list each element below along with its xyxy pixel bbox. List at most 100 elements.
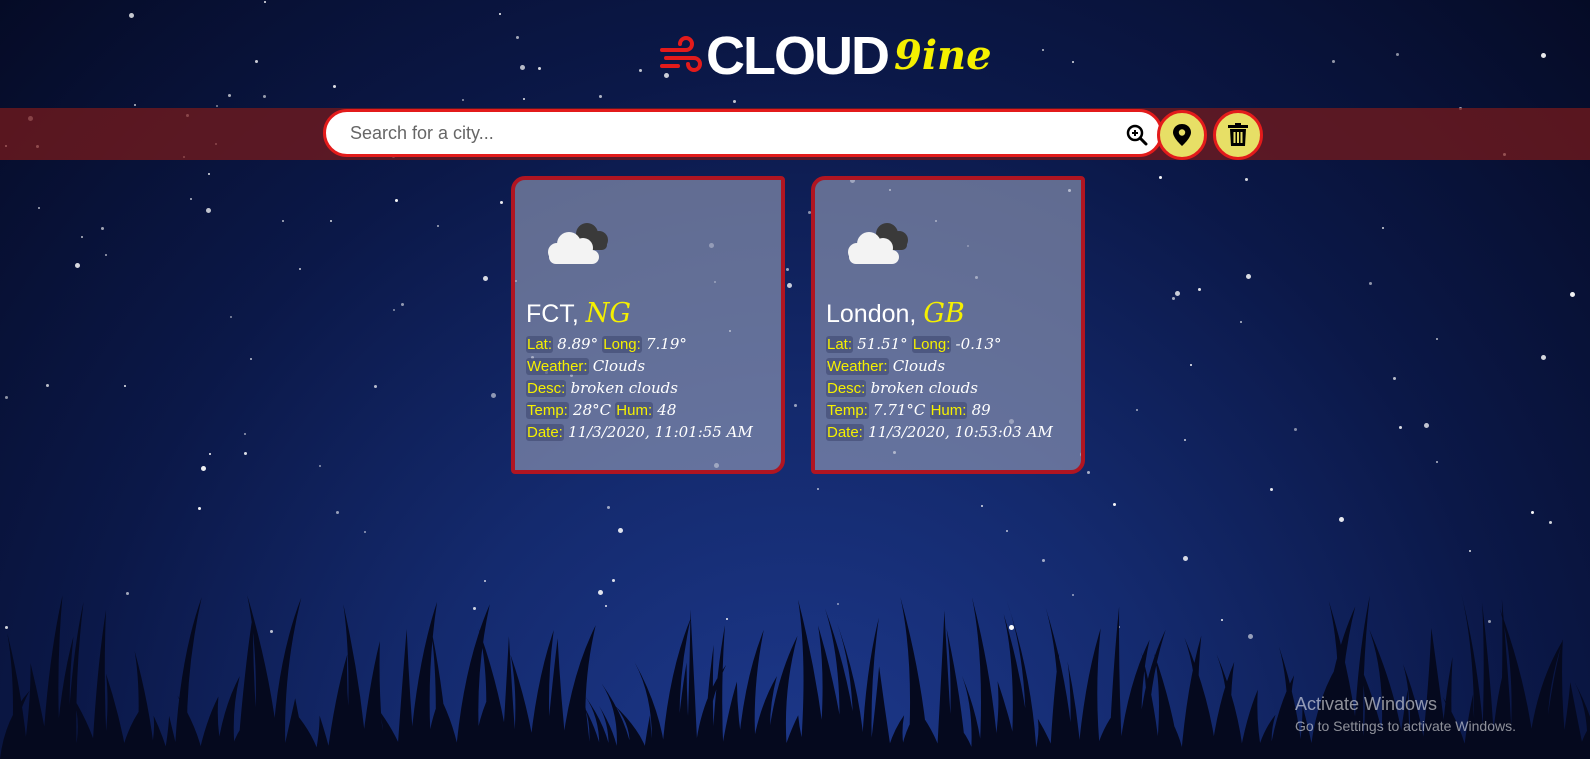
app-logo: CLOUD 9ine [660,26,992,86]
star [250,358,252,360]
weather-label: Weather: [826,358,889,375]
star [483,276,488,281]
star [230,316,232,318]
clear-cards-button[interactable] [1213,110,1263,160]
star [1436,338,1438,340]
star [1382,227,1384,229]
star [1531,511,1534,514]
star [263,95,266,98]
star [1245,178,1248,181]
date-label: Date: [826,424,864,441]
star [491,393,496,398]
broken-clouds-icon [548,223,608,264]
date-value: 11/3/2020, 11:01:55 AM [568,423,753,441]
locate-button[interactable] [1157,110,1207,160]
long-value: -0.13° [955,335,1002,353]
star [255,60,258,63]
star [319,465,321,467]
watermark-title: Activate Windows [1295,694,1438,714]
weather-card: FCT, NG Lat: 8.89° Long: 7.19° Weather: … [511,176,785,474]
star [244,433,246,435]
star [1396,53,1399,56]
broken-clouds-icon [848,223,908,264]
search-bar [323,109,1163,157]
star [484,580,486,582]
star [1332,60,1335,63]
star [786,268,789,271]
star [401,303,404,306]
star [1072,61,1074,63]
lat-label: Lat: [826,336,854,353]
star [1339,517,1344,522]
city-name: FCT, NG [526,298,631,329]
star [395,199,398,202]
star [208,173,210,175]
date-row: Date: 11/3/2020, 11:01:55 AM [526,421,753,443]
desc-label: Desc: [526,380,567,397]
star [1190,364,1192,366]
search-zoom-icon[interactable] [1126,124,1148,146]
star [1240,321,1242,323]
weather-value: Clouds [592,357,646,375]
desc-row: Desc: broken clouds [826,377,1053,399]
star [1175,291,1180,296]
star [282,220,284,222]
star [1541,53,1546,58]
star [209,453,211,455]
city-label: FCT, [526,300,579,328]
star [1113,503,1116,506]
star [134,104,136,106]
date-value: 11/3/2020, 10:53:03 AM [868,423,1053,441]
star [794,404,797,407]
weather-details: Lat: 51.51° Long: -0.13° Weather: Clouds… [826,333,1053,443]
temp-row: Temp: 7.71°C Hum: 89 [826,399,1053,421]
star [129,13,134,18]
star [1172,297,1175,300]
star [516,36,519,39]
star [216,105,218,107]
star [81,236,83,238]
temp-label: Temp: [826,402,869,419]
star [364,531,366,533]
star [1424,423,1429,428]
star [787,283,792,288]
star [817,488,819,490]
star [1570,292,1575,297]
hum-label: Hum: [615,402,654,419]
long-label: Long: [602,336,642,353]
hum-value: 89 [971,401,991,419]
star [1393,377,1396,380]
country-code: GB [923,298,965,329]
star [333,85,336,88]
logo-word-cloud: CLOUD [706,26,890,86]
star [1469,550,1471,552]
star [462,99,464,101]
star [981,505,983,507]
grass-blades [0,594,1590,759]
star [1042,49,1044,51]
date-label: Date: [526,424,564,441]
weather-row: Weather: Clouds [826,355,1053,377]
city-label: London, [826,300,917,328]
lat-value: 8.89° [557,335,599,353]
star [5,396,8,399]
logo-word-nine: 9ine [893,32,992,79]
weather-row: Weather: Clouds [526,355,753,377]
coords-row: Lat: 8.89° Long: 7.19° [526,333,753,355]
star [105,254,107,256]
star [1183,556,1188,561]
weather-details: Lat: 8.89° Long: 7.19° Weather: Clouds D… [526,333,753,443]
star [299,268,301,270]
city-name: London, GB [826,298,965,329]
star [264,1,266,3]
windows-activation-watermark: Activate Windows Go to Settings to activ… [1295,694,1516,734]
star [618,528,623,533]
temp-row: Temp: 28°C Hum: 48 [526,399,753,421]
star [1042,559,1045,562]
star [1369,282,1372,285]
star [1159,176,1162,179]
trash-icon [1228,123,1248,146]
city-search-input[interactable] [348,121,1092,145]
star [1246,274,1251,279]
desc-label: Desc: [826,380,867,397]
